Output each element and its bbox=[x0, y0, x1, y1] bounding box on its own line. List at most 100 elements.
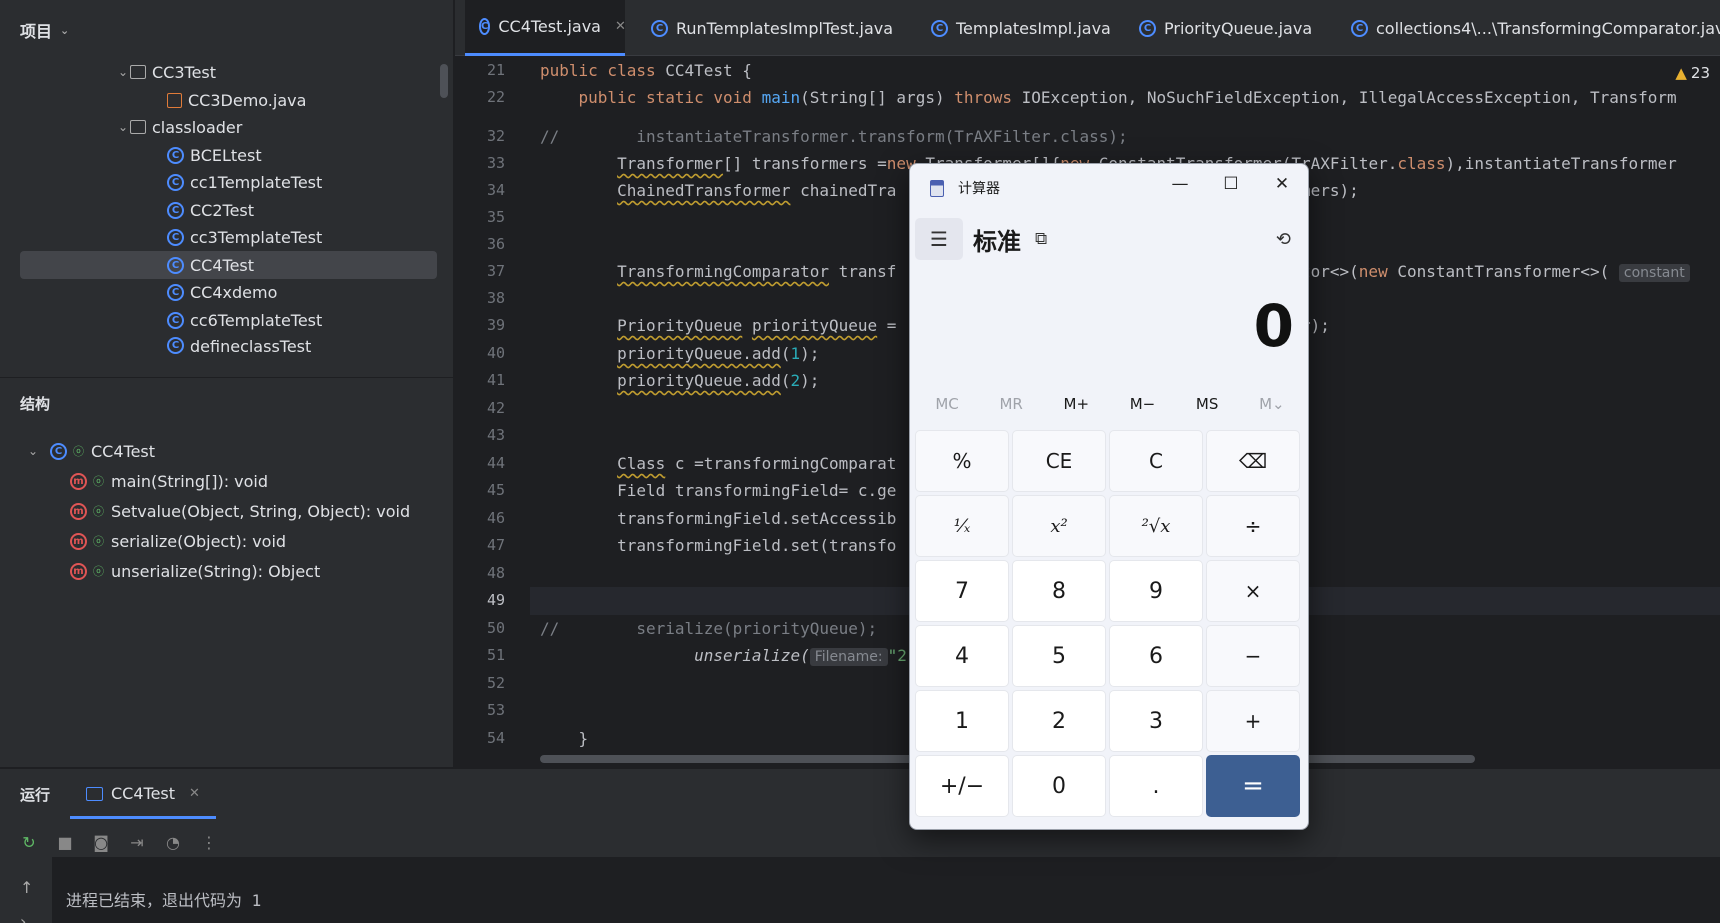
more-icon[interactable]: ⋮ bbox=[198, 831, 220, 853]
digit-5-button[interactable]: 5 bbox=[1012, 625, 1106, 687]
menu-icon[interactable]: ☰ bbox=[915, 218, 963, 260]
tree-item-label: CC4Test bbox=[190, 255, 255, 275]
tree-item-cc2test[interactable]: C CC2Test bbox=[20, 196, 437, 224]
divide-button[interactable]: ÷ bbox=[1206, 495, 1300, 557]
code-text: unserialize(Filename:"2.bin") bbox=[540, 642, 965, 671]
tree-item-bceltest[interactable]: C BCELtest bbox=[20, 141, 437, 169]
clear-button[interactable]: C bbox=[1109, 430, 1203, 492]
code-line[interactable]: 22 public static void main(String[] args… bbox=[455, 84, 1720, 111]
digit-6-button[interactable]: 6 bbox=[1109, 625, 1203, 687]
console-output[interactable]: 进程已结束，退出代码为 1 bbox=[52, 857, 1720, 923]
structure-root[interactable]: ⌄ C ⓞ CC4Test bbox=[20, 437, 437, 465]
arrow-up-icon[interactable]: ↑ bbox=[20, 871, 33, 905]
tree-item-cc3demo[interactable]: CC3Demo.java bbox=[20, 86, 437, 114]
reciprocal-button[interactable]: ¹⁄ₓ bbox=[915, 495, 1009, 557]
code-line[interactable]: 21 public class CC4Test { bbox=[455, 57, 1720, 84]
structure-root-label: CC4Test bbox=[91, 441, 156, 461]
lock-icon: ⓞ bbox=[93, 505, 104, 518]
tab-priorityqueue[interactable]: C PriorityQueue.java bbox=[1125, 0, 1326, 56]
digit-9-button[interactable]: 9 bbox=[1109, 560, 1203, 622]
line-number: 22 bbox=[486, 88, 505, 106]
tab-transformingcomparator[interactable]: C collections4\...\TransformingComparato… bbox=[1337, 0, 1720, 56]
calculator-icon bbox=[930, 179, 944, 197]
rerun-icon[interactable]: ↻ bbox=[18, 831, 40, 853]
run-tab-cc4test[interactable]: CC4Test ✕ bbox=[70, 771, 216, 819]
tree-item-cc3test[interactable]: ⌄ CC3Test bbox=[20, 58, 437, 86]
line-number: 34 bbox=[486, 181, 505, 199]
restore-layout-icon[interactable]: ⇥ bbox=[126, 831, 148, 853]
percent-button[interactable]: % bbox=[915, 430, 1009, 492]
structure-member[interactable]: m ⓞ unserialize(String): Object bbox=[20, 557, 437, 585]
chevron-down-icon[interactable]: ⌄ bbox=[26, 444, 40, 458]
memory-recall-button[interactable]: MR bbox=[999, 395, 1022, 413]
negate-button[interactable]: +/− bbox=[915, 755, 1009, 817]
method-icon: m bbox=[70, 532, 87, 550]
backspace-button[interactable]: ⌫ bbox=[1206, 430, 1300, 492]
memory-add-button[interactable]: M+ bbox=[1064, 395, 1090, 413]
history-icon[interactable]: ⟲ bbox=[1276, 229, 1291, 250]
close-icon[interactable]: ✕ bbox=[189, 786, 200, 801]
chevron-down-icon[interactable]: ⌄ bbox=[60, 24, 69, 37]
line-number: 37 bbox=[486, 262, 505, 280]
class-icon: C bbox=[167, 201, 184, 219]
tree-item-cc1templatetest[interactable]: C cc1TemplateTest bbox=[20, 168, 437, 196]
digit-2-button[interactable]: 2 bbox=[1012, 690, 1106, 752]
class-icon: C bbox=[50, 442, 67, 460]
package-icon bbox=[130, 65, 146, 79]
close-icon[interactable]: ✕ bbox=[615, 19, 626, 34]
square-button[interactable]: x² bbox=[1012, 495, 1106, 557]
equals-button[interactable]: = bbox=[1206, 755, 1300, 817]
minimize-button[interactable]: — bbox=[1158, 168, 1202, 200]
line-number: 43 bbox=[486, 426, 505, 444]
chevron-down-icon[interactable]: ⌄ bbox=[116, 120, 130, 134]
tree-item-cc4xdemo[interactable]: C CC4xdemo bbox=[20, 278, 437, 306]
digit-4-button[interactable]: 4 bbox=[915, 625, 1009, 687]
param-hint: constant bbox=[1618, 264, 1690, 282]
tab-templatesimpl[interactable]: C TemplatesImpl.java bbox=[917, 0, 1125, 56]
camera-icon[interactable]: ◙ bbox=[90, 831, 112, 853]
subtract-button[interactable]: − bbox=[1206, 625, 1300, 687]
tree-item-cc3templatetest[interactable]: C cc3TemplateTest bbox=[20, 223, 437, 251]
clear-entry-button[interactable]: CE bbox=[1012, 430, 1106, 492]
tree-item-classloader[interactable]: ⌄ classloader bbox=[20, 113, 437, 141]
code-line[interactable]: 32 // instantiateTransformer.transform(Tr… bbox=[455, 123, 1720, 150]
tab-cc4test[interactable]: C CC4Test.java ✕ bbox=[465, 0, 626, 56]
memory-subtract-button[interactable]: M− bbox=[1130, 395, 1156, 413]
project-panel: 项目 ⌄ ⌄ CC3Test CC3Demo.java ⌄ classloade… bbox=[0, 0, 454, 767]
digit-7-button[interactable]: 7 bbox=[915, 560, 1009, 622]
close-button[interactable]: ✕ bbox=[1260, 168, 1304, 200]
digit-1-button[interactable]: 1 bbox=[915, 690, 1009, 752]
keep-on-top-icon[interactable]: ⧉ bbox=[1035, 229, 1047, 249]
digit-0-button[interactable]: 0 bbox=[1012, 755, 1106, 817]
panel-divider[interactable] bbox=[0, 377, 454, 378]
decimal-button[interactable]: . bbox=[1109, 755, 1203, 817]
memory-list-button[interactable]: M⌄ bbox=[1259, 395, 1285, 413]
maximize-button[interactable]: ☐ bbox=[1209, 168, 1253, 200]
tree-item-cc4test[interactable]: C CC4Test bbox=[20, 251, 437, 279]
digit-3-button[interactable]: 3 bbox=[1109, 690, 1203, 752]
calculator-keypad: % CE C ⌫ ¹⁄ₓ x² ²√x ÷ 7 8 9 × 4 5 6 − 1 … bbox=[915, 430, 1305, 817]
structure-member[interactable]: m ⓞ serialize(Object): void bbox=[20, 527, 437, 555]
project-scrollbar[interactable] bbox=[440, 64, 448, 98]
add-button[interactable]: + bbox=[1206, 690, 1300, 752]
tab-runtemplatesimpltest[interactable]: C RunTemplatesImplTest.java bbox=[637, 0, 907, 56]
square-root-button[interactable]: ²√x bbox=[1109, 495, 1203, 557]
coverage-icon[interactable]: ◔ bbox=[162, 831, 184, 853]
memory-store-button[interactable]: MS bbox=[1196, 395, 1218, 413]
class-icon: C bbox=[167, 283, 184, 301]
line-number: 44 bbox=[486, 454, 505, 472]
structure-member[interactable]: m ⓞ Setvalue(Object, String, Object): vo… bbox=[20, 497, 437, 525]
memory-clear-button[interactable]: MC bbox=[935, 395, 958, 413]
line-number: 35 bbox=[486, 208, 505, 226]
stop-icon[interactable]: ■ bbox=[54, 831, 76, 853]
structure-member[interactable]: m ⓞ main(String[]): void bbox=[20, 467, 437, 495]
project-header[interactable]: 项目 ⌄ bbox=[0, 0, 453, 60]
digit-8-button[interactable]: 8 bbox=[1012, 560, 1106, 622]
line-number: 42 bbox=[486, 399, 505, 417]
multiply-button[interactable]: × bbox=[1206, 560, 1300, 622]
tree-item-label: cc1TemplateTest bbox=[190, 172, 323, 192]
tree-item-cc6templatetest[interactable]: C cc6TemplateTest bbox=[20, 306, 437, 334]
chevron-down-icon[interactable]: ⌄ bbox=[116, 65, 130, 79]
tree-item-defineclasstest[interactable]: C defineclassTest bbox=[20, 333, 437, 355]
chevron-right-icon[interactable]: › bbox=[20, 905, 33, 923]
